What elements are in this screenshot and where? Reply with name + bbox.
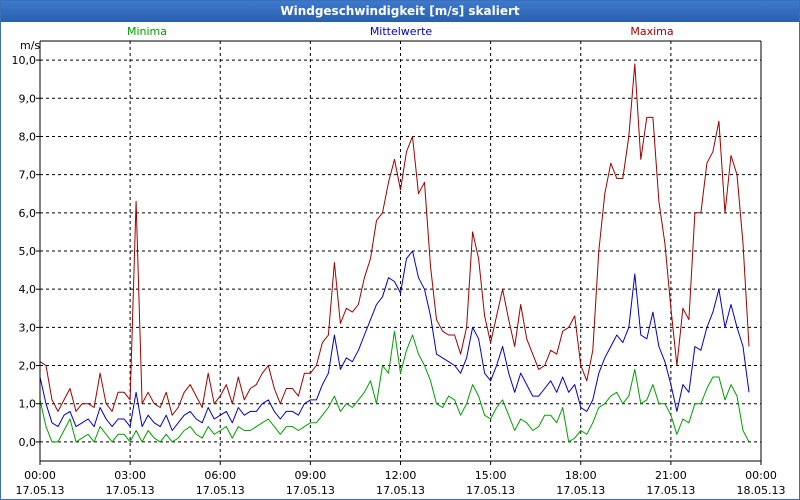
y-tick-label: 10,0 bbox=[12, 54, 37, 67]
x-tick-time: 18:00 bbox=[565, 469, 597, 482]
x-tick-date: 17.05.13 bbox=[196, 484, 245, 497]
y-axis-label: m/s bbox=[20, 39, 40, 52]
y-tick-label: 0,0 bbox=[19, 436, 37, 449]
y-tick-label: 7,0 bbox=[19, 169, 37, 182]
legend-minima: Minima bbox=[127, 25, 167, 38]
y-tick-label: 2,0 bbox=[19, 360, 37, 373]
x-tick-time: 12:00 bbox=[385, 469, 417, 482]
legend-maxima: Maxima bbox=[630, 25, 673, 38]
x-tick-time: 21:00 bbox=[655, 469, 687, 482]
y-tick-label: 6,0 bbox=[19, 207, 37, 220]
y-tick-label: 8,0 bbox=[19, 130, 37, 143]
x-tick-time: 00:00 bbox=[745, 469, 777, 482]
x-tick-date: 17.05.13 bbox=[16, 484, 65, 497]
y-tick-label: 5,0 bbox=[19, 245, 37, 258]
x-tick-time: 06:00 bbox=[204, 469, 236, 482]
y-tick-labels: 0,0 1,0 2,0 3,0 4,0 5,0 6,0 7,0 8,0 9,0 10,0 bbox=[12, 54, 40, 449]
y-tick-label: 9,0 bbox=[19, 92, 37, 105]
x-tick-date: 17.05.13 bbox=[646, 484, 695, 497]
y-tick-label: 1,0 bbox=[19, 398, 37, 411]
x-tick-labels: 00:00 17.05.13 03:00 17.05.13 06:00 17.05.13 0… bbox=[16, 461, 786, 497]
y-tick-label: 3,0 bbox=[19, 321, 37, 334]
x-tick-time: 15:00 bbox=[475, 469, 507, 482]
y-tick-label: 4,0 bbox=[19, 283, 37, 296]
x-tick-time: 00:00 bbox=[24, 469, 56, 482]
x-tick-date: 17.05.13 bbox=[106, 484, 155, 497]
x-tick-time: 03:00 bbox=[114, 469, 146, 482]
x-tick-date: 17.05.13 bbox=[466, 484, 515, 497]
x-tick-date: 18.05.13 bbox=[737, 484, 786, 497]
x-tick-date: 17.05.13 bbox=[556, 484, 605, 497]
x-tick-date: 17.05.13 bbox=[376, 484, 425, 497]
wind-speed-chart: 0,0 1,0 2,0 3,0 4,0 5,0 6,0 7,0 8,0 9,0 10,0 00:00… bbox=[12, 25, 786, 497]
legend-mittelwerte: Mittelwerte bbox=[370, 25, 433, 38]
x-tick-time: 09:00 bbox=[295, 469, 327, 482]
x-tick-date: 17.05.13 bbox=[286, 484, 335, 497]
